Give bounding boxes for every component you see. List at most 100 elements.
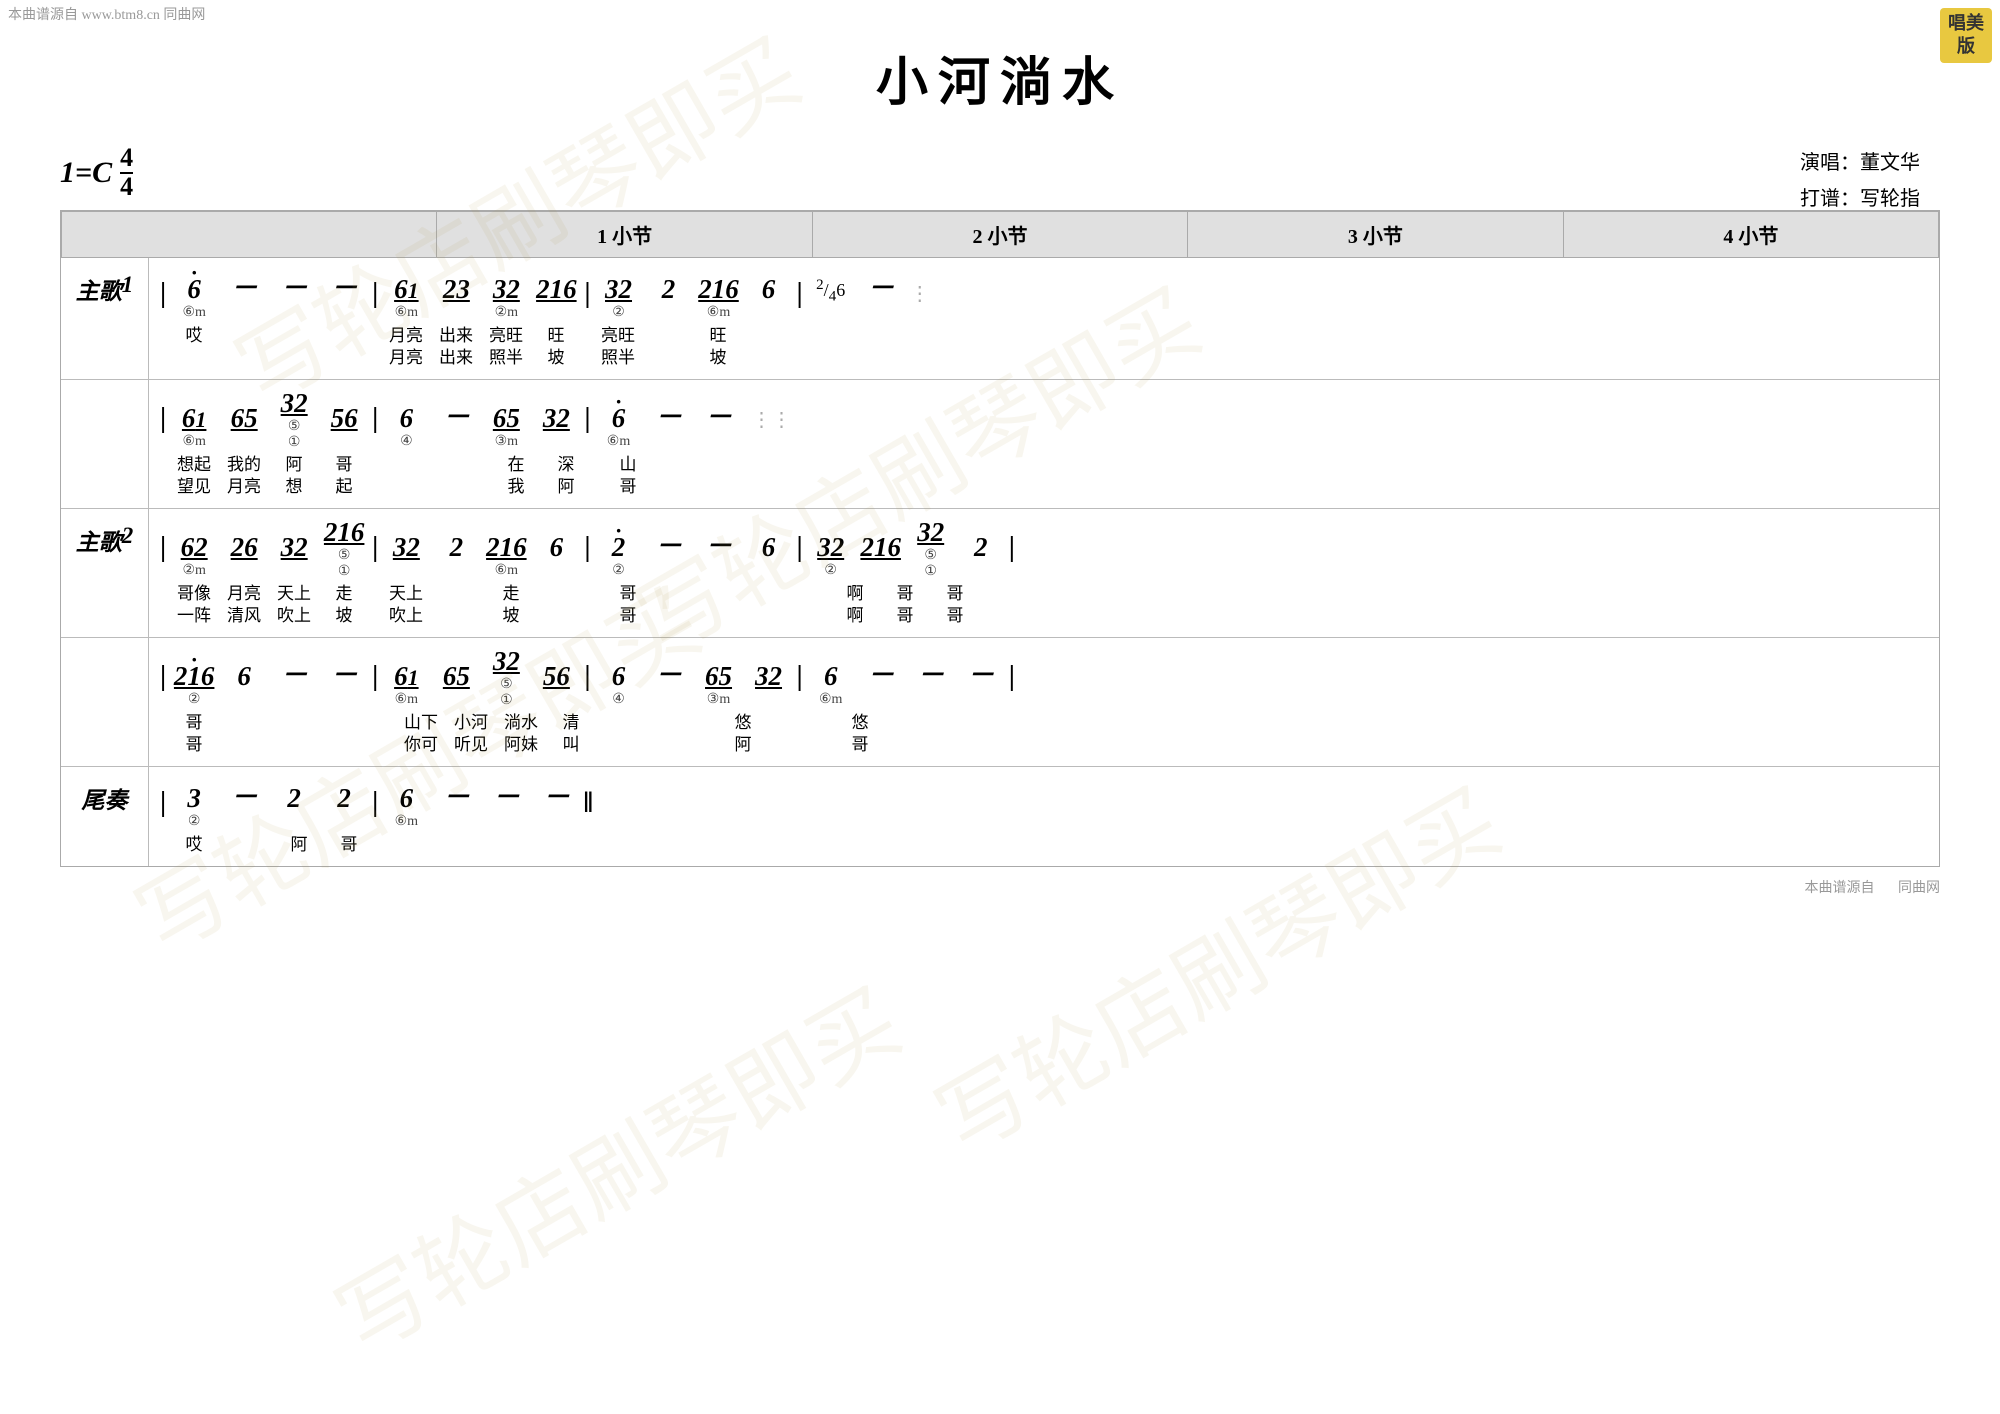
- lyric-outro-a: 阿: [274, 834, 324, 856]
- v2r2-6b-top: 6: [612, 661, 626, 692]
- verse2-label: 主歌2: [61, 509, 149, 637]
- v2-216c-top: 216: [860, 532, 901, 563]
- v2-216: 216 ⑤①: [319, 517, 369, 579]
- v2r2-dash4-chord: [879, 692, 883, 708]
- v2r2-dash4-top: －: [867, 653, 894, 692]
- outro-2b-top: 2: [337, 783, 351, 814]
- v2r2-dash4: －: [856, 653, 906, 708]
- verse1-notes-line2: | 61 ⑥m 65 32 ⑤① 56: [149, 384, 1939, 454]
- v2r2-dash3: －: [644, 653, 694, 708]
- outro-3: 3 ②: [169, 783, 219, 830]
- note-61-top: 61: [394, 274, 419, 305]
- note-dash2: －: [269, 266, 319, 321]
- note-6-chord: ⑥m: [182, 305, 205, 321]
- barline-v2r2-2: |: [369, 661, 381, 693]
- verse2-notes-line2: | 216 ② 6 － －: [149, 642, 1939, 712]
- note2-32-top: 32: [281, 388, 308, 419]
- v2-216c: 216: [856, 532, 906, 579]
- barline-v2r2-1: |: [157, 661, 169, 693]
- note2-32-chord: ⑤①: [288, 419, 301, 450]
- v2r2-65: 65: [431, 661, 481, 708]
- note-6-dot: 6 ⑥m: [169, 274, 219, 321]
- lyric2-zai: 在我: [491, 454, 541, 498]
- dotted-barline: ⋮: [910, 281, 930, 306]
- note-23: 23: [431, 274, 481, 321]
- lyric-wang1: 旺坡: [531, 325, 581, 369]
- v2r2-dash1-chord: [292, 692, 296, 708]
- note-61: 61 ⑥m: [381, 274, 431, 321]
- v2-216-chord: ⑤①: [338, 548, 351, 579]
- v2-216b-top: 216: [486, 532, 527, 563]
- lyric-wang2: 旺坡: [693, 325, 743, 369]
- v2r2-dash1-top: －: [281, 653, 308, 692]
- note-32b: 32 ②: [594, 274, 644, 321]
- lyric-wang1-text: 旺坡: [548, 325, 565, 369]
- key-text: 1=C: [60, 156, 112, 190]
- note2-65: 65: [219, 403, 269, 450]
- outro-dash3-chord: [505, 814, 509, 830]
- lyric-outro-a-text: 阿: [291, 834, 308, 856]
- note-61-chord: ⑥m: [395, 305, 418, 321]
- v2-dash2: －: [694, 524, 744, 579]
- lv2r2-gege: 哥哥: [169, 712, 219, 756]
- note-32b-top: 32: [605, 274, 632, 305]
- lv2r2-xiaohe-text: 小河听见: [454, 712, 488, 756]
- lyric-outro-ge: 哥: [324, 834, 374, 856]
- v2r2-6b: 6 ④: [594, 661, 644, 708]
- verse1-label: 主歌1: [61, 258, 149, 379]
- outro-dash1-top: －: [231, 775, 258, 814]
- note-6b: 6: [744, 274, 794, 321]
- header-label-empty: [62, 212, 437, 257]
- note-216a-top: 216: [536, 274, 577, 305]
- header-measure-1: 1 小节: [437, 212, 812, 257]
- note-2-top: 2: [662, 274, 676, 305]
- barline-v2-2: |: [369, 532, 381, 564]
- v2-32-top: 32: [281, 532, 308, 563]
- outro-2a-chord: [292, 814, 296, 830]
- lyric-chulai1-text: 出来出来: [439, 325, 473, 369]
- verse1-lyrics-line2: 想起望见 我的月亮 阿想 哥起 在我: [149, 454, 1939, 504]
- outro-3-chord: ②: [188, 814, 201, 830]
- v2r2-6c: 6 ⑥m: [806, 661, 856, 708]
- v2-216-top: 216: [324, 517, 365, 548]
- v2-6-top: 6: [550, 532, 564, 563]
- note2-dash-top: －: [443, 395, 470, 434]
- barline-7: |: [581, 403, 593, 435]
- v2r2-56: 56: [531, 661, 581, 708]
- v2r2-dash2-top: －: [331, 653, 358, 692]
- note2-dash2: －: [644, 395, 694, 450]
- verse2-notes-line1: | 62 ②m 26 32 216 ⑤①: [149, 513, 1939, 583]
- singer-name: 董文华: [1860, 152, 1920, 174]
- outro-content: | 3 ② － 2 2: [149, 767, 1939, 866]
- lv2r2-gege-text: 哥哥: [186, 712, 203, 756]
- note2-6c: 6 ④: [381, 403, 431, 450]
- arranger-credit: 打谱：写轮指: [1800, 181, 1920, 217]
- verse2-row2: | 216 ② 6 － －: [61, 638, 1939, 767]
- lv2-gege2: 哥哥: [880, 583, 930, 627]
- note-dash1: －: [219, 266, 269, 321]
- v2-32d-chord: ⑤①: [924, 548, 937, 579]
- lyric2-wode: 我的月亮: [219, 454, 269, 498]
- note-216b: 216 ⑥m: [694, 274, 744, 321]
- note2-6dot-chord: ⑥m: [607, 434, 630, 450]
- site-header: 本曲谱源自 www.btm8.cn 同曲网: [8, 4, 205, 24]
- v2r2-32b-top: 32: [755, 661, 782, 692]
- note-32a-chord: ②m: [495, 305, 518, 321]
- verse2-row1: 主歌2 | 62 ②m 26 32: [61, 509, 1939, 638]
- dash4-top: －: [867, 266, 894, 305]
- note2-dash3: －: [694, 395, 744, 450]
- dash1-chord: [242, 305, 246, 321]
- v2-32c-chord: ②: [824, 563, 837, 579]
- outro-dash4-chord: [555, 814, 559, 830]
- outro-row: 尾奏 | 3 ② － 2: [61, 767, 1939, 866]
- v2r2-216-chord: ②: [188, 692, 201, 708]
- note-216a: 216: [531, 274, 581, 321]
- lv2-yueLiang: 月亮清风: [219, 583, 269, 627]
- frac-note: 2/46: [816, 278, 845, 305]
- v2r2-dash5: －: [906, 653, 956, 708]
- lv2-tianshang2-text: 天上吹上: [389, 583, 423, 627]
- note2-65b: 65 ③m: [481, 403, 531, 450]
- barline-v2r2-5: |: [1006, 661, 1018, 693]
- verse2-lyrics-line1: 哥像一阵 月亮清风 天上吹上 走坡 天上吹上: [149, 583, 1939, 633]
- arranger-label: 打谱：: [1800, 188, 1860, 210]
